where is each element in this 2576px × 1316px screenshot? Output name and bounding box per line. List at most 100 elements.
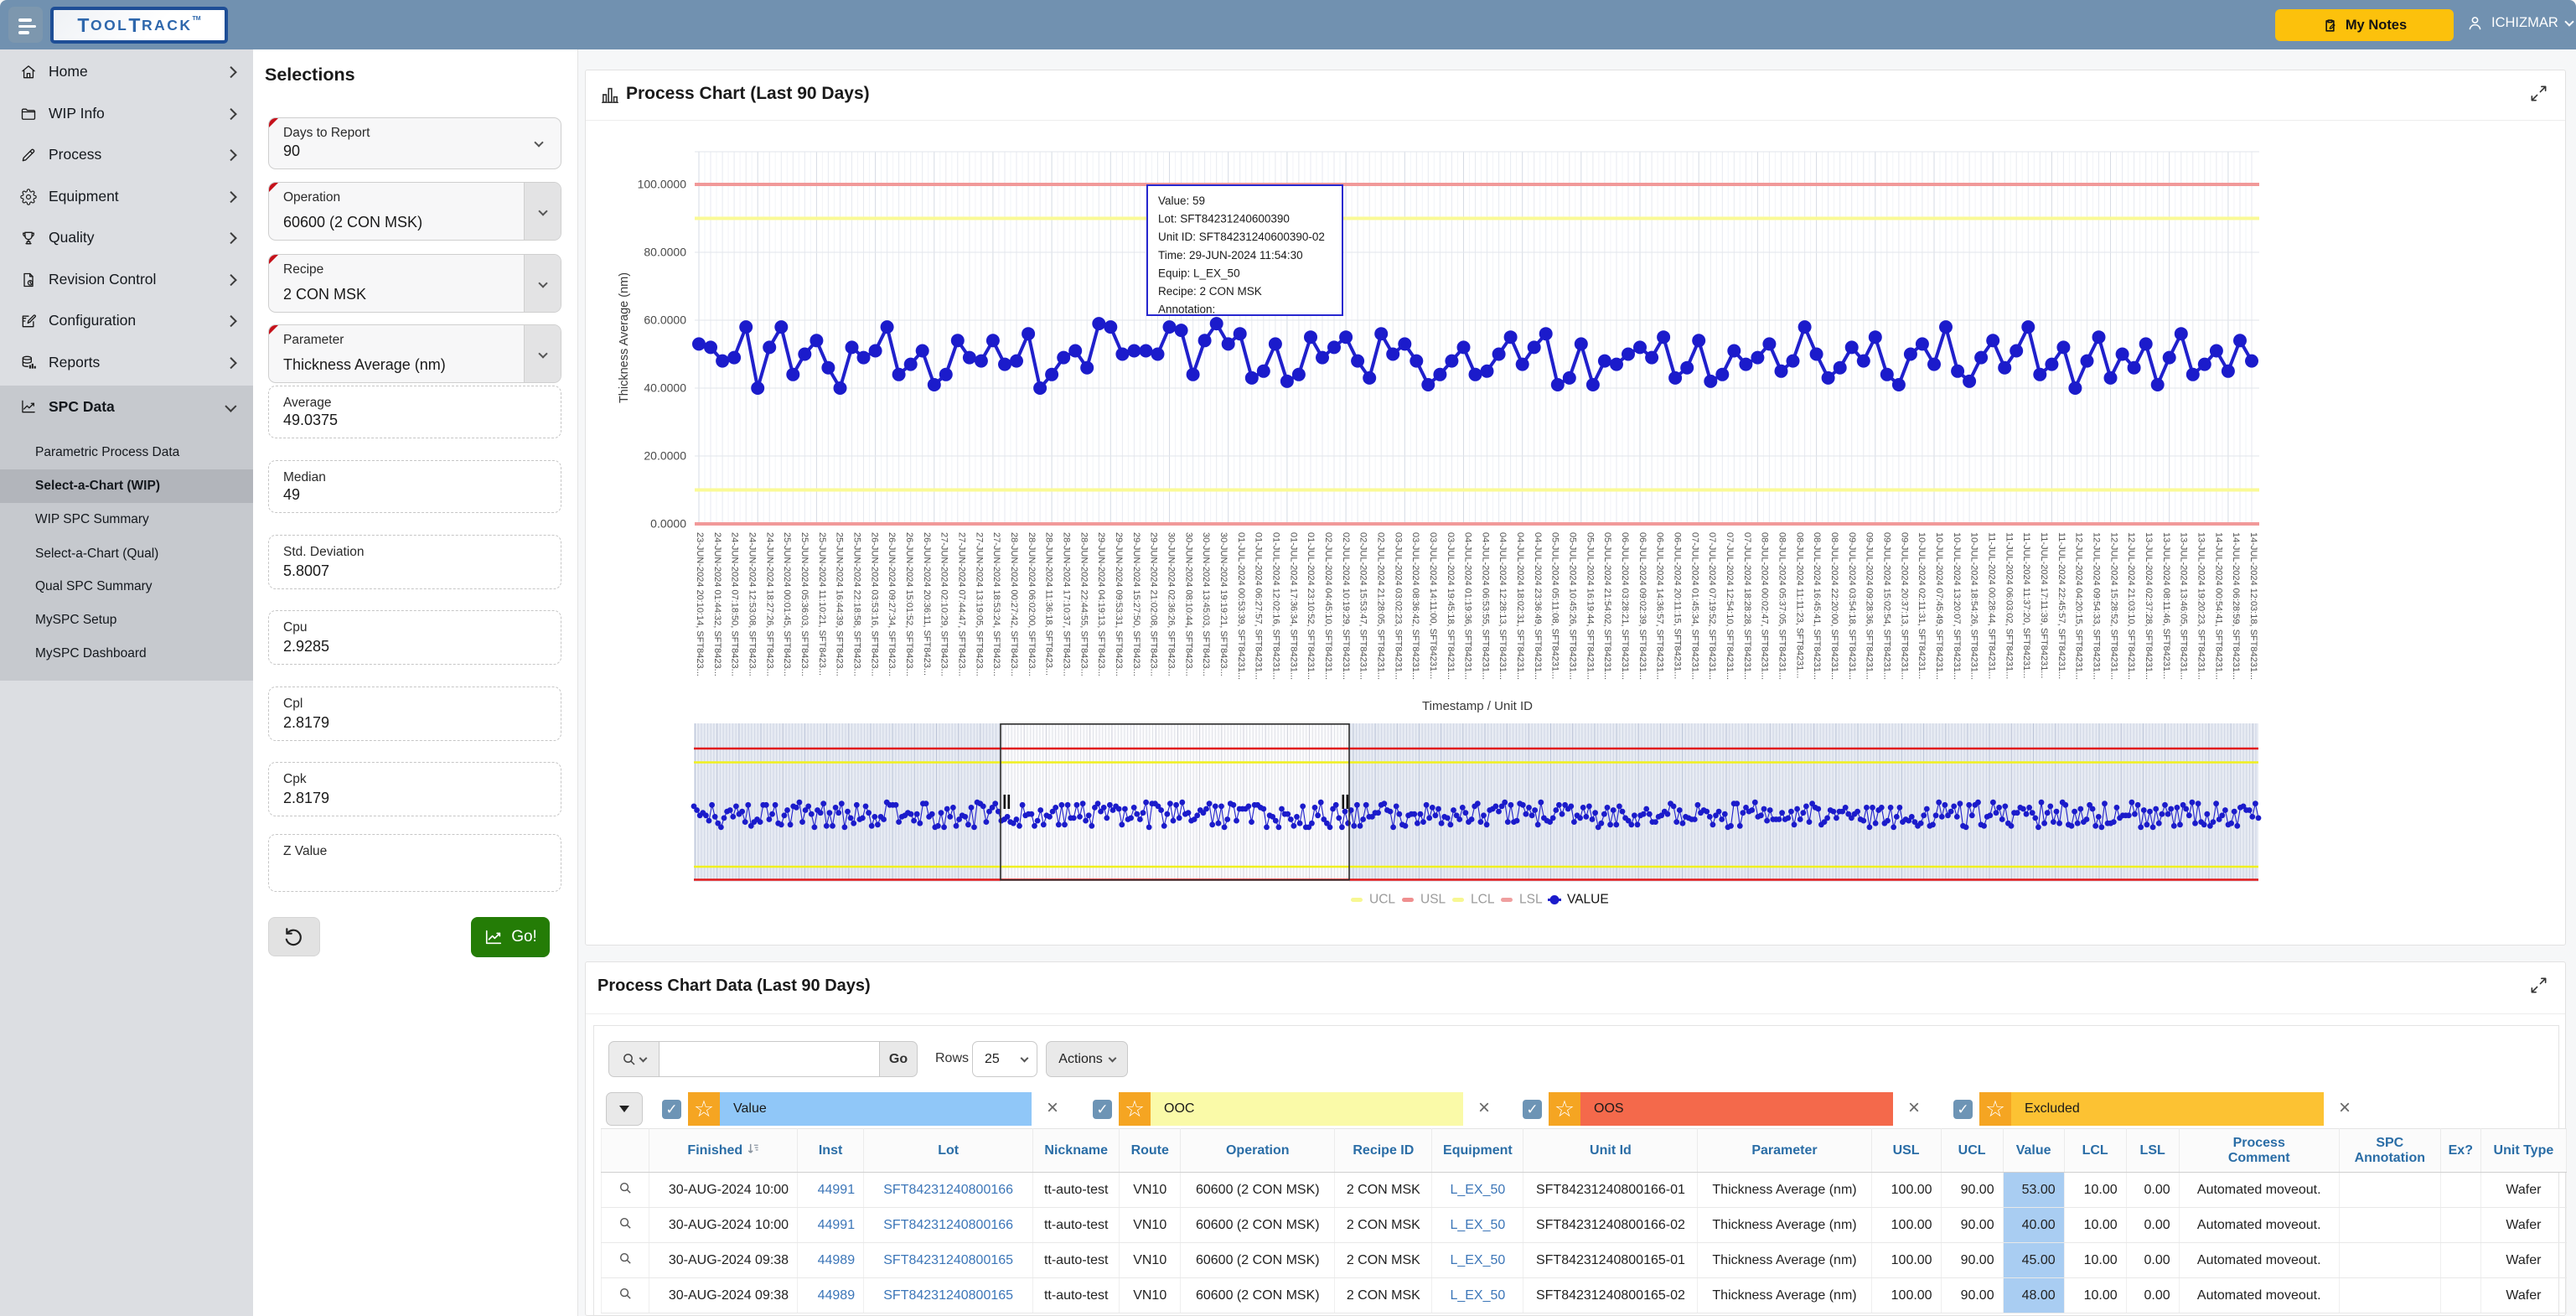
svg-text:06-JUL-2024 20:11:15, SFT84231: 06-JUL-2024 20:11:15, SFT84231... [1673,532,1683,679]
svg-text:LSL: LSL [1519,893,1543,907]
svg-text:09-JUL-2024 15:02:54, SFT84231: 09-JUL-2024 15:02:54, SFT84231... [1882,532,1892,680]
svg-text:24-JUN-2024 12:53:08, SFT8423.: 24-JUN-2024 12:53:08, SFT8423... [747,532,758,676]
svg-text:27-JUN-2024 13:19:05, SFT8423.: 27-JUN-2024 13:19:05, SFT8423... [974,532,984,676]
svg-text:25-JUN-2024 11:10:21, SFT8423.: 25-JUN-2024 11:10:21, SFT8423... [817,532,827,676]
svg-text:26-JUN-2024 09:27:34, SFT8423.: 26-JUN-2024 09:27:34, SFT8423... [887,532,897,676]
svg-text:01-JUL-2024 00:53:39, SFT84231: 01-JUL-2024 00:53:39, SFT84231... [1236,532,1246,680]
svg-text:02-JUL-2024 21:28:05, SFT84231: 02-JUL-2024 21:28:05, SFT84231... [1375,532,1385,680]
svg-text:01-JUL-2024 23:10:52, SFT84231: 01-JUL-2024 23:10:52, SFT84231... [1306,532,1316,680]
svg-text:Unit ID: SFT84231240600390-02: Unit ID: SFT84231240600390-02 [1158,231,1325,243]
svg-text:03-JUL-2024 03:02:23, SFT84231: 03-JUL-2024 03:02:23, SFT84231... [1393,532,1403,680]
svg-text:08-JUL-2024 05:37:05, SFT84231: 08-JUL-2024 05:37:05, SFT84231... [1777,532,1787,680]
svg-text:01-JUL-2024 12:02:16, SFT84231: 01-JUL-2024 12:02:16, SFT84231... [1270,532,1280,680]
svg-text:28-JUN-2024 06:02:00, SFT8423.: 28-JUN-2024 06:02:00, SFT8423... [1027,532,1037,676]
svg-text:05-JUL-2024 10:45:26, SFT84231: 05-JUL-2024 10:45:26, SFT84231... [1568,532,1578,680]
svg-text:Value: 59: Value: 59 [1158,194,1205,207]
svg-text:04-JUL-2024 06:53:55, SFT84231: 04-JUL-2024 06:53:55, SFT84231... [1480,532,1490,680]
svg-text:29-JUN-2024 21:02:08, SFT8423.: 29-JUN-2024 21:02:08, SFT8423... [1149,532,1159,676]
svg-text:60.0000: 60.0000 [644,313,686,327]
svg-text:29-JUN-2024 04:19:13, SFT8423.: 29-JUN-2024 04:19:13, SFT8423... [1096,532,1106,676]
svg-text:25-JUN-2024 16:44:39, SFT8423.: 25-JUN-2024 16:44:39, SFT8423... [835,532,845,676]
svg-text:05-JUL-2024 05:11:08, SFT84231: 05-JUL-2024 05:11:08, SFT84231... [1550,532,1560,679]
svg-text:14-JUL-2024 12:03:18, SFT84231: 14-JUL-2024 12:03:18, SFT84231... [2248,532,2258,680]
svg-text:03-JUL-2024 19:45:18, SFT84231: 03-JUL-2024 19:45:18, SFT84231... [1446,532,1456,680]
svg-text:14-JUL-2024 00:54:41, SFT84231: 14-JUL-2024 00:54:41, SFT84231... [2213,532,2223,680]
svg-text:08-JUL-2024 16:45:41, SFT84231: 08-JUL-2024 16:45:41, SFT84231... [1812,532,1822,680]
svg-text:29-JUN-2024 09:53:31, SFT8423.: 29-JUN-2024 09:53:31, SFT8423... [1114,532,1124,676]
svg-text:14-JUL-2024 06:28:59, SFT84231: 14-JUL-2024 06:28:59, SFT84231... [2231,532,2241,680]
svg-text:11-JUL-2024 17:11:39, SFT84231: 11-JUL-2024 17:11:39, SFT84231... [2039,532,2049,678]
svg-text:10-JUL-2024 02:11:31, SFT84231: 10-JUL-2024 02:11:31, SFT84231... [1916,532,1927,679]
svg-text:26-JUN-2024 03:53:16, SFT8423.: 26-JUN-2024 03:53:16, SFT8423... [869,532,879,676]
svg-text:04-JUL-2024 12:28:13, SFT84231: 04-JUL-2024 12:28:13, SFT84231... [1497,532,1508,680]
svg-text:05-JUL-2024 21:54:02, SFT84231: 05-JUL-2024 21:54:02, SFT84231... [1602,532,1612,680]
svg-text:25-JUN-2024 00:01:45, SFT8423.: 25-JUN-2024 00:01:45, SFT8423... [782,532,792,676]
svg-text:10-JUL-2024 18:54:26, SFT84231: 10-JUL-2024 18:54:26, SFT84231... [1969,532,1979,680]
svg-text:25-JUN-2024 05:36:03, SFT8423.: 25-JUN-2024 05:36:03, SFT8423... [799,532,810,676]
svg-text:30-JUN-2024 13:45:03, SFT8423.: 30-JUN-2024 13:45:03, SFT8423... [1201,532,1211,676]
svg-text:28-JUN-2024 11:36:18, SFT8423.: 28-JUN-2024 11:36:18, SFT8423... [1044,532,1054,676]
svg-text:USL: USL [1420,893,1446,907]
svg-text:13-JUL-2024 19:20:23, SFT84231: 13-JUL-2024 19:20:23, SFT84231... [2196,532,2206,680]
svg-text:10-JUL-2024 07:45:49, SFT84231: 10-JUL-2024 07:45:49, SFT84231... [1934,532,1944,680]
svg-text:30-JUN-2024 19:19:21, SFT8423.: 30-JUN-2024 19:19:21, SFT8423... [1218,532,1229,676]
svg-text:13-JUL-2024 13:46:05, SFT84231: 13-JUL-2024 13:46:05, SFT84231... [2179,532,2189,680]
svg-text:04-JUL-2024 23:36:49, SFT84231: 04-JUL-2024 23:36:49, SFT84231... [1533,532,1543,680]
svg-text:24-JUN-2024 18:27:26, SFT8423.: 24-JUN-2024 18:27:26, SFT8423... [764,532,774,676]
svg-text:27-JUN-2024 18:53:24, SFT8423.: 27-JUN-2024 18:53:24, SFT8423... [991,532,1001,676]
svg-text:20.0000: 20.0000 [644,449,686,463]
svg-text:VALUE: VALUE [1567,893,1609,907]
svg-text:28-JUN-2024 00:27:42, SFT8423.: 28-JUN-2024 00:27:42, SFT8423... [1009,532,1019,676]
svg-text:10-JUL-2024 13:20:07, SFT84231: 10-JUL-2024 13:20:07, SFT84231... [1952,532,1962,680]
svg-text:04-JUL-2024 01:19:36, SFT84231: 04-JUL-2024 01:19:36, SFT84231... [1463,532,1473,680]
svg-text:80.0000: 80.0000 [644,246,686,259]
svg-text:11-JUL-2024 22:45:57, SFT84231: 11-JUL-2024 22:45:57, SFT84231... [2056,532,2066,679]
svg-text:11-JUL-2024 00:28:44, SFT84231: 11-JUL-2024 00:28:44, SFT84231... [1987,532,1997,679]
svg-text:09-JUL-2024 03:54:18, SFT84231: 09-JUL-2024 03:54:18, SFT84231... [1847,532,1857,680]
svg-text:09-JUL-2024 20:37:13, SFT84231: 09-JUL-2024 20:37:13, SFT84231... [1899,532,1909,680]
svg-text:01-JUL-2024 17:36:34, SFT84231: 01-JUL-2024 17:36:34, SFT84231... [1288,532,1298,680]
svg-text:26-JUN-2024 15:01:52, SFT8423.: 26-JUN-2024 15:01:52, SFT8423... [904,532,914,676]
svg-text:04-JUL-2024 18:02:31, SFT84231: 04-JUL-2024 18:02:31, SFT84231... [1515,532,1525,680]
svg-text:Lot: SFT84231240600390: Lot: SFT84231240600390 [1158,213,1290,225]
svg-text:100.0000: 100.0000 [638,178,687,191]
svg-text:Timestamp / Unit ID: Timestamp / Unit ID [1422,699,1533,713]
svg-text:LCL: LCL [1471,893,1495,907]
svg-text:28-JUN-2024 22:44:55, SFT8423.: 28-JUN-2024 22:44:55, SFT8423... [1079,532,1089,676]
svg-text:40.0000: 40.0000 [644,381,686,395]
svg-text:25-JUN-2024 22:18:58, SFT8423.: 25-JUN-2024 22:18:58, SFT8423... [852,532,862,676]
svg-text:24-JUN-2024 07:18:50, SFT8423.: 24-JUN-2024 07:18:50, SFT8423... [730,532,740,676]
svg-text:05-JUL-2024 16:19:44, SFT84231: 05-JUL-2024 16:19:44, SFT84231... [1585,532,1595,680]
svg-text:06-JUL-2024 09:02:39, SFT84231: 06-JUL-2024 09:02:39, SFT84231... [1637,532,1648,680]
svg-text:29-JUN-2024 15:27:50, SFT8423.: 29-JUN-2024 15:27:50, SFT8423... [1131,532,1141,676]
svg-text:09-JUL-2024 09:28:36, SFT84231: 09-JUL-2024 09:28:36, SFT84231... [1865,532,1875,680]
svg-text:Time: 29-JUN-2024 11:54:30: Time: 29-JUN-2024 11:54:30 [1158,249,1303,262]
svg-text:28-JUN-2024 17:10:37, SFT8423.: 28-JUN-2024 17:10:37, SFT8423... [1062,532,1072,676]
svg-text:0.0000: 0.0000 [650,517,686,531]
svg-text:06-JUL-2024 03:28:21, SFT84231: 06-JUL-2024 03:28:21, SFT84231... [1620,532,1630,680]
svg-text:30-JUN-2024 02:36:26, SFT8423.: 30-JUN-2024 02:36:26, SFT8423... [1166,532,1176,676]
svg-text:07-JUL-2024 18:28:28, SFT84231: 07-JUL-2024 18:28:28, SFT84231... [1742,532,1752,680]
svg-text:Thickness Average (nm): Thickness Average (nm) [618,272,631,403]
svg-text:08-JUL-2024 22:20:00, SFT84231: 08-JUL-2024 22:20:00, SFT84231... [1829,532,1839,680]
svg-text:Annotation:: Annotation: [1158,303,1215,316]
svg-text:07-JUL-2024 07:19:52, SFT84231: 07-JUL-2024 07:19:52, SFT84231... [1707,532,1717,680]
svg-text:12-JUL-2024 09:54:33, SFT84231: 12-JUL-2024 09:54:33, SFT84231... [2092,532,2102,680]
svg-text:02-JUL-2024 10:19:29, SFT84231: 02-JUL-2024 10:19:29, SFT84231... [1341,532,1351,680]
svg-text:07-JUL-2024 01:45:34, SFT84231: 07-JUL-2024 01:45:34, SFT84231... [1689,532,1699,680]
svg-text:UCL: UCL [1369,893,1395,907]
svg-text:12-JUL-2024 21:03:10, SFT84231: 12-JUL-2024 21:03:10, SFT84231... [2126,532,2136,680]
svg-text:01-JUL-2024 06:27:57, SFT84231: 01-JUL-2024 06:27:57, SFT84231... [1254,532,1264,680]
svg-text:23-JUN-2024 20:10:14, SFT8423.: 23-JUN-2024 20:10:14, SFT8423... [695,532,705,676]
svg-text:13-JUL-2024 02:37:28, SFT84231: 13-JUL-2024 02:37:28, SFT84231... [2144,532,2154,680]
svg-text:02-JUL-2024 15:53:47, SFT84231: 02-JUL-2024 15:53:47, SFT84231... [1358,532,1368,680]
svg-text:08-JUL-2024 00:02:47, SFT84231: 08-JUL-2024 00:02:47, SFT84231... [1760,532,1770,680]
svg-text:27-JUN-2024 02:10:29, SFT8423.: 27-JUN-2024 02:10:29, SFT8423... [939,532,949,676]
svg-text:03-JUL-2024 08:36:42, SFT84231: 03-JUL-2024 08:36:42, SFT84231... [1410,532,1420,680]
svg-text:11-JUL-2024 11:37:20, SFT84231: 11-JUL-2024 11:37:20, SFT84231... [2021,532,2031,678]
svg-text:08-JUL-2024 11:11:23, SFT84231: 08-JUL-2024 11:11:23, SFT84231... [1794,532,1804,678]
svg-text:12-JUL-2024 15:28:52, SFT84231: 12-JUL-2024 15:28:52, SFT84231... [2108,532,2118,680]
svg-text:03-JUL-2024 14:11:00, SFT84231: 03-JUL-2024 14:11:00, SFT84231... [1428,532,1438,679]
svg-text:13-JUL-2024 08:11:46, SFT84231: 13-JUL-2024 08:11:46, SFT84231... [2161,532,2171,679]
svg-text:12-JUL-2024 04:20:15, SFT84231: 12-JUL-2024 04:20:15, SFT84231... [2074,532,2084,680]
